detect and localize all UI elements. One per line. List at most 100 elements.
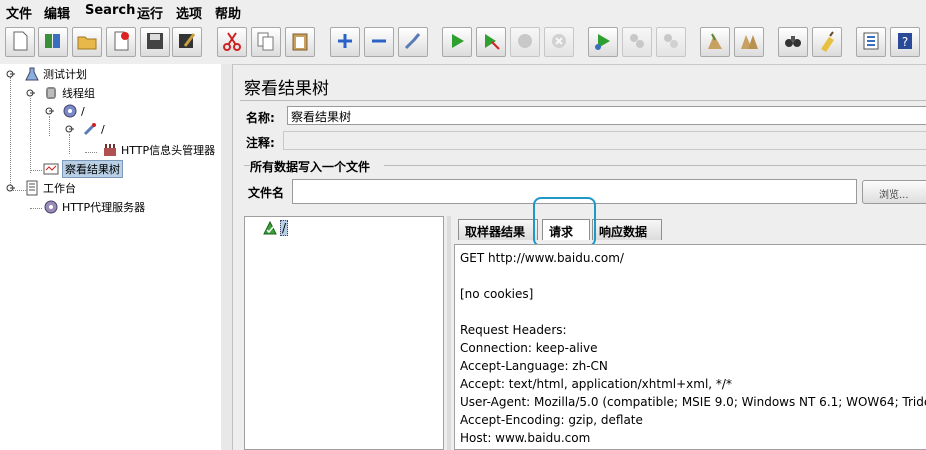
paste-button[interactable] xyxy=(285,27,315,57)
collapse-icon xyxy=(368,30,390,55)
request-line: Request Headers: xyxy=(460,323,567,337)
collapse-button[interactable] xyxy=(364,27,394,57)
menu-help[interactable]: 帮助 xyxy=(215,3,241,22)
clear-button[interactable] xyxy=(700,27,730,57)
tree-toggle-icon[interactable] xyxy=(25,88,35,98)
save-button[interactable] xyxy=(140,27,170,57)
start-icon xyxy=(446,30,468,55)
results-splitter[interactable] xyxy=(447,216,451,450)
workbench-icon xyxy=(24,180,40,196)
result-tabs: 取样器结果 请求 响应数据 xyxy=(452,216,926,240)
shutdown-icon xyxy=(548,30,570,55)
save-as-button[interactable] xyxy=(172,27,202,57)
comment-field[interactable] xyxy=(283,131,926,150)
tree-node-result-tree[interactable]: 察看结果树 xyxy=(43,160,123,178)
result-tree-icon xyxy=(43,161,59,177)
templates-icon xyxy=(42,30,64,55)
menu-run[interactable]: 运行 xyxy=(137,3,163,22)
close-icon xyxy=(110,30,132,55)
cut-button[interactable] xyxy=(217,27,247,57)
svg-text:?: ? xyxy=(902,35,908,49)
menu-edit[interactable]: 编辑 xyxy=(44,3,70,22)
page-title: 察看结果树 xyxy=(244,79,329,99)
request-line: [no cookies] xyxy=(460,287,534,301)
menu-file[interactable]: 文件 xyxy=(6,3,32,22)
test-plan-tree[interactable] xyxy=(0,64,222,450)
name-label: 名称: xyxy=(246,111,275,125)
tree-node-thread-group[interactable]: 线程组 xyxy=(43,84,95,102)
name-field[interactable]: 察看结果树 xyxy=(287,106,926,125)
request-line: Accept: text/html, application/xhtml+xml… xyxy=(460,377,732,391)
tree-node-proxy[interactable]: HTTP代理服务器 xyxy=(43,198,145,216)
tree-toggle-icon[interactable] xyxy=(64,124,74,134)
tree-toggle-icon[interactable] xyxy=(44,106,54,116)
stop-button[interactable] xyxy=(510,27,540,57)
tab-response-data[interactable]: 响应数据 xyxy=(592,219,662,240)
tree-node-test-plan[interactable]: 测试计划 xyxy=(24,65,87,83)
new-icon xyxy=(9,30,31,55)
header-manager-icon xyxy=(102,142,118,158)
splitter-bar[interactable] xyxy=(221,64,233,450)
start-button[interactable] xyxy=(442,27,472,57)
tree-node-label: 测试计划 xyxy=(43,68,87,81)
tree-node-label: 察看结果树 xyxy=(62,160,123,178)
function-helper-button[interactable] xyxy=(856,27,886,57)
function-helper-icon xyxy=(860,30,882,55)
result-list[interactable] xyxy=(244,216,444,450)
search-button[interactable] xyxy=(778,27,808,57)
paste-icon xyxy=(289,30,311,55)
request-line: GET http://www.baidu.com/ xyxy=(460,251,624,265)
remote-shutdown-icon xyxy=(660,30,682,55)
copy-button[interactable] xyxy=(251,27,281,57)
save-as-icon xyxy=(176,30,198,55)
open-button[interactable] xyxy=(72,27,102,57)
clear-all-icon xyxy=(738,30,760,55)
expand-button[interactable] xyxy=(330,27,360,57)
tree-node-label: / xyxy=(101,122,105,136)
help-icon: ? xyxy=(894,30,916,55)
request-line: Accept-Language: zh-CN xyxy=(460,359,608,373)
remote-stop-button[interactable] xyxy=(622,27,652,57)
request-line: Host: www.baidu.com xyxy=(460,431,591,445)
reset-search-button[interactable] xyxy=(812,27,842,57)
pipette-icon xyxy=(82,121,98,137)
toggle-button[interactable] xyxy=(398,27,428,57)
success-icon xyxy=(262,220,278,236)
request-line: Accept-Encoding: gzip, deflate xyxy=(460,413,643,427)
reset-search-icon xyxy=(816,30,838,55)
clear-all-button[interactable] xyxy=(734,27,764,57)
shutdown-button[interactable] xyxy=(544,27,574,57)
group-title: 所有数据写入一个文件 xyxy=(250,160,371,174)
proxy-gear-icon xyxy=(43,199,59,215)
tree-node-http-sampler[interactable]: / xyxy=(82,120,105,138)
request-line: Connection: keep-alive xyxy=(460,341,598,355)
tree-toggle-icon[interactable] xyxy=(5,69,15,79)
browse-button[interactable]: 浏览... xyxy=(862,180,926,204)
menu-options[interactable]: 选项 xyxy=(176,3,202,22)
remote-shutdown-button[interactable] xyxy=(656,27,686,57)
request-content[interactable]: GET http://www.baidu.com/ [no cookies] R… xyxy=(454,244,926,450)
open-icon xyxy=(76,30,98,55)
help-button[interactable]: ? xyxy=(890,27,920,57)
tab-sampler-result[interactable]: 取样器结果 xyxy=(458,219,538,240)
start-no-pause-button[interactable] xyxy=(476,27,506,57)
new-button[interactable] xyxy=(5,27,35,57)
tree-toggle-icon[interactable] xyxy=(5,183,15,193)
clear-icon xyxy=(704,30,726,55)
comment-label: 注释: xyxy=(246,136,275,150)
result-node-label: / xyxy=(280,220,289,236)
search-icon xyxy=(782,30,804,55)
tree-node-label: HTTP代理服务器 xyxy=(62,201,146,214)
templates-button[interactable] xyxy=(38,27,68,57)
tree-node-workbench[interactable]: 工作台 xyxy=(24,179,76,197)
remote-start-icon xyxy=(592,30,614,55)
remote-start-button[interactable] xyxy=(588,27,618,57)
tree-node-sampler[interactable]: / xyxy=(62,102,85,120)
menu-search[interactable]: Search xyxy=(85,3,135,18)
tree-node-label: 工作台 xyxy=(43,182,76,195)
result-node[interactable]: / xyxy=(262,220,289,236)
close-button[interactable] xyxy=(106,27,136,57)
tree-node-header-manager[interactable]: HTTP信息头管理器 xyxy=(102,141,215,159)
thread-group-icon xyxy=(43,85,59,101)
menu-bar: 文件 编辑 Search 运行 选项 帮助 xyxy=(0,0,926,22)
